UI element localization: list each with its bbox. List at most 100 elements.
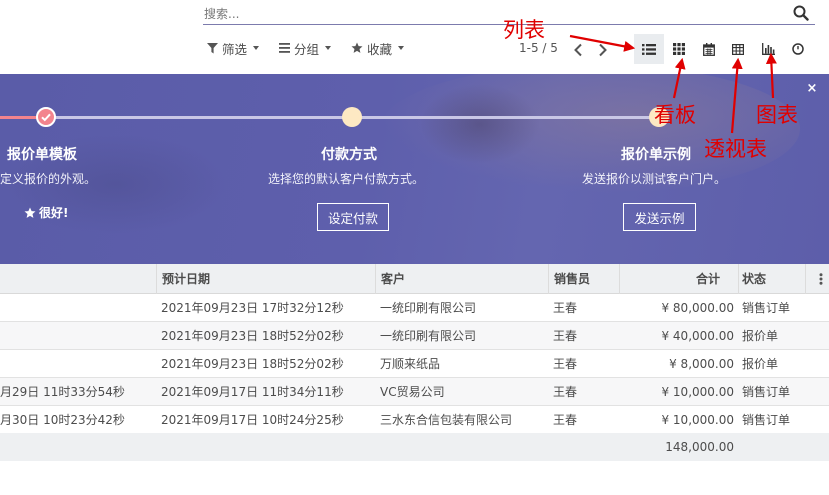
table-icon xyxy=(732,43,744,55)
group-by-label: 分组 xyxy=(294,41,320,57)
filter-button[interactable]: 筛选 xyxy=(207,39,260,57)
column-header-status[interactable]: 状态 xyxy=(742,264,766,294)
total-cell: ¥ 10,000.00 xyxy=(661,385,734,399)
close-icon[interactable]: × xyxy=(805,82,819,96)
expected-date-cell: 2021年09月23日 18时52分02秒 xyxy=(161,357,344,371)
annotation-kanban: 看板 xyxy=(654,103,696,127)
step-description: 选择您的默认客户付款方式。 xyxy=(268,172,425,186)
column-header-total[interactable]: 合计 xyxy=(620,264,720,294)
expected-date-cell: 2021年09月17日 11时34分11秒 xyxy=(161,385,344,399)
status-cell: 报价单 xyxy=(742,329,779,343)
column-header-customer[interactable]: 客户 xyxy=(381,264,405,294)
annotation-graph: 图表 xyxy=(756,103,798,127)
clock-icon xyxy=(792,43,804,55)
create-date-cell: 月30日 10时23分42秒 xyxy=(0,413,125,427)
calendar-view-button[interactable] xyxy=(694,34,724,64)
calendar-icon xyxy=(703,42,715,56)
kanban-view-button[interactable] xyxy=(664,34,694,64)
customer-cell: 万顺来纸品 xyxy=(380,357,441,371)
step-title[interactable]: 报价单模板 xyxy=(7,144,77,164)
step-title[interactable]: 付款方式 xyxy=(321,144,377,164)
step-indicator xyxy=(342,107,362,127)
status-cell: 报价单 xyxy=(742,357,779,371)
salesperson-cell: 王春 xyxy=(553,385,578,399)
expected-date-cell: 2021年09月23日 18时52分02秒 xyxy=(161,329,344,343)
table-row[interactable]: 月29日 11时33分54秒 2021年09月17日 11时34分11秒 VC贸… xyxy=(0,378,829,406)
star-icon xyxy=(24,207,36,218)
table-header: 预计日期 客户 销售员 合计 状态 xyxy=(0,264,829,294)
status-cell: 销售订单 xyxy=(742,301,791,315)
search-input[interactable] xyxy=(203,4,783,24)
set-payment-button[interactable]: 设定付款 xyxy=(317,203,389,231)
star-icon xyxy=(351,42,363,53)
chevron-down-icon xyxy=(325,46,332,50)
list-icon xyxy=(642,43,656,55)
column-divider xyxy=(805,264,806,294)
salesperson-cell: 王春 xyxy=(553,329,578,343)
footer-total: 148,000.00 xyxy=(665,440,734,454)
status-cell: 销售订单 xyxy=(742,385,791,399)
column-header-salesperson[interactable]: 销售员 xyxy=(554,264,590,294)
annotation-pivot: 透视表 xyxy=(704,137,767,161)
chevron-down-icon xyxy=(253,46,260,50)
step-title[interactable]: 报价单示例 xyxy=(621,144,691,164)
check-icon xyxy=(41,113,51,122)
customer-cell: 三水东合信包装有限公司 xyxy=(380,413,513,427)
control-panel: 筛选 分组 收藏 1-5 / 5 xyxy=(0,0,829,74)
step-done-indicator xyxy=(36,107,56,127)
table-row[interactable]: 2021年09月23日 17时32分12秒 一统印刷有限公司 王春 ¥ 80,0… xyxy=(0,294,829,322)
column-divider xyxy=(738,264,739,294)
bar-chart-icon xyxy=(761,43,775,55)
column-header-expected-date[interactable]: 预计日期 xyxy=(162,264,210,294)
onboarding-banner: × 报价单模板 定义报价的外观。 很好! 付款方式 选择您的默认客户付款方式。 … xyxy=(0,74,829,264)
chevron-right-icon xyxy=(599,43,607,57)
table-row[interactable]: 2021年09月23日 18时52分02秒 一统印刷有限公司 王春 ¥ 40,0… xyxy=(0,322,829,350)
search-options: 筛选 分组 收藏 xyxy=(207,39,424,57)
status-cell: 销售订单 xyxy=(742,413,791,427)
customer-cell: VC贸易公司 xyxy=(380,385,445,399)
salesperson-cell: 王春 xyxy=(553,413,578,427)
kanban-icon xyxy=(673,43,685,55)
graph-view-button[interactable] xyxy=(753,34,783,64)
pager-previous-button[interactable] xyxy=(573,42,585,57)
expected-date-cell: 2021年09月17日 10时24分25秒 xyxy=(161,413,344,427)
column-divider xyxy=(156,264,157,294)
table-row[interactable]: 2021年09月23日 18时52分02秒 万顺来纸品 王春 ¥ 8,000.0… xyxy=(0,350,829,378)
send-sample-button[interactable]: 发送示例 xyxy=(623,203,696,231)
table-footer: 148,000.00 xyxy=(0,433,829,461)
step-description: 定义报价的外观。 xyxy=(0,172,97,186)
chevron-down-icon xyxy=(398,46,405,50)
customer-cell: 一统印刷有限公司 xyxy=(380,301,477,315)
list-view-button[interactable] xyxy=(634,34,664,64)
favorites-button[interactable]: 收藏 xyxy=(351,39,405,57)
pager-next-button[interactable] xyxy=(598,42,610,57)
total-cell: ¥ 8,000.00 xyxy=(669,357,734,371)
total-cell: ¥ 10,000.00 xyxy=(661,413,734,427)
step-status-label: 很好! xyxy=(39,206,69,220)
progress-track xyxy=(0,116,660,119)
create-date-cell: 月29日 11时33分54秒 xyxy=(0,385,125,399)
total-cell: ¥ 80,000.00 xyxy=(661,301,734,315)
table-row[interactable]: 月30日 10时23分42秒 2021年09月17日 10时24分25秒 三水东… xyxy=(0,406,829,434)
column-divider xyxy=(548,264,549,294)
optional-columns-toggle[interactable] xyxy=(819,273,823,285)
column-divider xyxy=(375,264,376,294)
group-by-icon xyxy=(279,43,291,53)
pivot-view-button[interactable] xyxy=(723,34,753,64)
total-cell: ¥ 40,000.00 xyxy=(661,329,734,343)
search-icon[interactable] xyxy=(793,5,811,23)
step-description: 发送报价以测试客户门户。 xyxy=(582,172,727,186)
vertical-dots-icon xyxy=(819,273,823,285)
filter-icon xyxy=(207,42,218,53)
step-status: 很好! xyxy=(24,204,68,221)
customer-cell: 一统印刷有限公司 xyxy=(380,329,477,343)
activity-view-button[interactable] xyxy=(783,34,813,64)
salesperson-cell: 王春 xyxy=(553,357,578,371)
group-by-button[interactable]: 分组 xyxy=(279,39,332,57)
banner-photo-shadow xyxy=(420,84,540,164)
expected-date-cell: 2021年09月23日 17时32分12秒 xyxy=(161,301,344,315)
chevron-left-icon xyxy=(574,43,582,57)
favorites-label: 收藏 xyxy=(367,41,393,57)
annotation-list: 列表 xyxy=(503,18,545,42)
filter-label: 筛选 xyxy=(222,41,248,57)
